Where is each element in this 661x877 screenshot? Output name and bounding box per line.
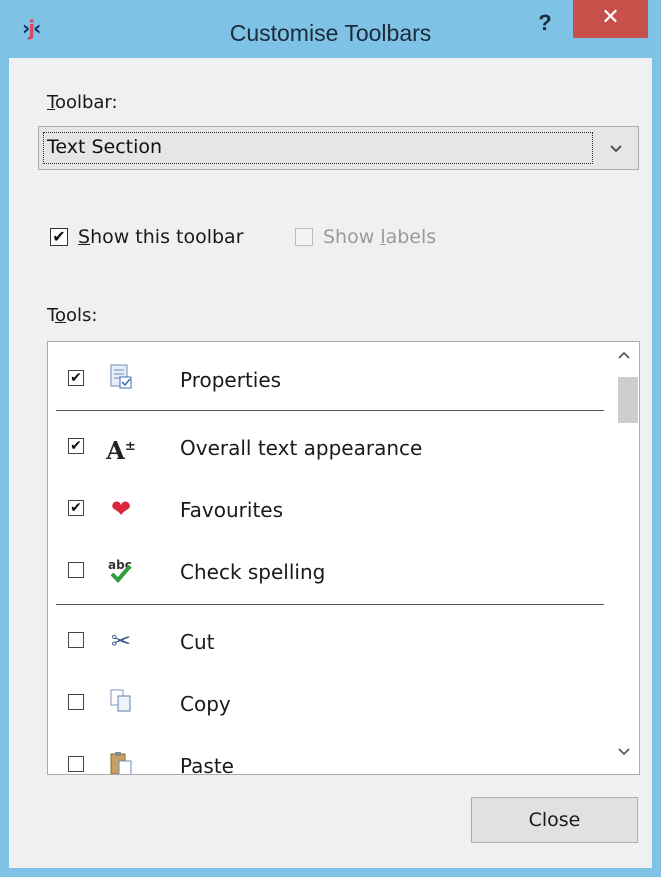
list-item[interactable]: abc Check spelling xyxy=(48,546,608,596)
tool-label: Overall text appearance xyxy=(180,436,423,460)
list-item[interactable]: ✂ Cut xyxy=(48,616,608,666)
tools-label: Tools: xyxy=(47,305,98,326)
scroll-up-icon[interactable] xyxy=(609,347,639,363)
tool-label: Check spelling xyxy=(180,560,326,584)
heart-icon: ❤ xyxy=(110,495,132,523)
dialog-window: ›j‹ Customise Toolbars ? ✕ Toolbar: Text… xyxy=(0,0,661,877)
chevron-down-icon xyxy=(609,139,623,158)
show-toolbar-checkbox[interactable]: ✔ xyxy=(50,228,68,246)
separator xyxy=(56,604,604,605)
tool-checkbox[interactable] xyxy=(68,632,84,648)
separator xyxy=(56,410,604,411)
toolbar-select[interactable]: Text Section xyxy=(38,126,639,170)
tool-label: Favourites xyxy=(180,498,284,522)
list-item[interactable]: ✔ A± Overall text appearance xyxy=(48,422,608,472)
toolbar-select-value: Text Section xyxy=(47,136,163,158)
show-toolbar-label[interactable]: Show this toolbar xyxy=(78,226,244,248)
help-button[interactable]: ? xyxy=(527,8,563,38)
tool-checkbox[interactable] xyxy=(68,756,84,772)
show-labels-label[interactable]: Show labels xyxy=(323,226,436,248)
tool-label: Cut xyxy=(180,630,215,654)
text-appearance-icon: A± xyxy=(106,436,136,465)
properties-icon xyxy=(106,364,136,394)
tools-list[interactable]: ✔ Properties ✔ A± Overall text appearanc… xyxy=(47,341,640,775)
list-item[interactable]: ✔ Properties xyxy=(48,354,608,404)
title-bar: ›j‹ Customise Toolbars ? ✕ xyxy=(0,0,661,58)
toolbar-label: Toolbar: xyxy=(47,92,118,113)
copy-icon xyxy=(106,688,136,718)
spellcheck-icon: abc xyxy=(106,556,136,586)
scissors-icon: ✂ xyxy=(110,627,132,655)
tool-checkbox[interactable] xyxy=(68,562,84,578)
tool-checkbox[interactable]: ✔ xyxy=(68,500,84,516)
tool-label: Paste xyxy=(180,754,234,775)
tool-checkbox[interactable]: ✔ xyxy=(68,438,84,454)
paste-icon xyxy=(106,750,136,774)
tool-label: Properties xyxy=(180,368,282,392)
tool-checkbox[interactable] xyxy=(68,694,84,710)
close-window-button[interactable]: ✕ xyxy=(573,0,648,38)
list-item[interactable]: ✔ ❤ Favourites xyxy=(48,484,608,534)
show-labels-checkbox[interactable] xyxy=(295,228,313,246)
list-item[interactable]: Paste xyxy=(48,740,608,775)
scrollbar-thumb[interactable] xyxy=(618,377,638,423)
scrollbar[interactable] xyxy=(609,342,639,774)
close-button[interactable]: Close xyxy=(471,797,638,843)
scroll-down-icon[interactable] xyxy=(609,744,639,760)
tool-checkbox[interactable]: ✔ xyxy=(68,370,84,386)
list-item[interactable]: Copy xyxy=(48,678,608,728)
tool-label: Copy xyxy=(180,692,231,716)
